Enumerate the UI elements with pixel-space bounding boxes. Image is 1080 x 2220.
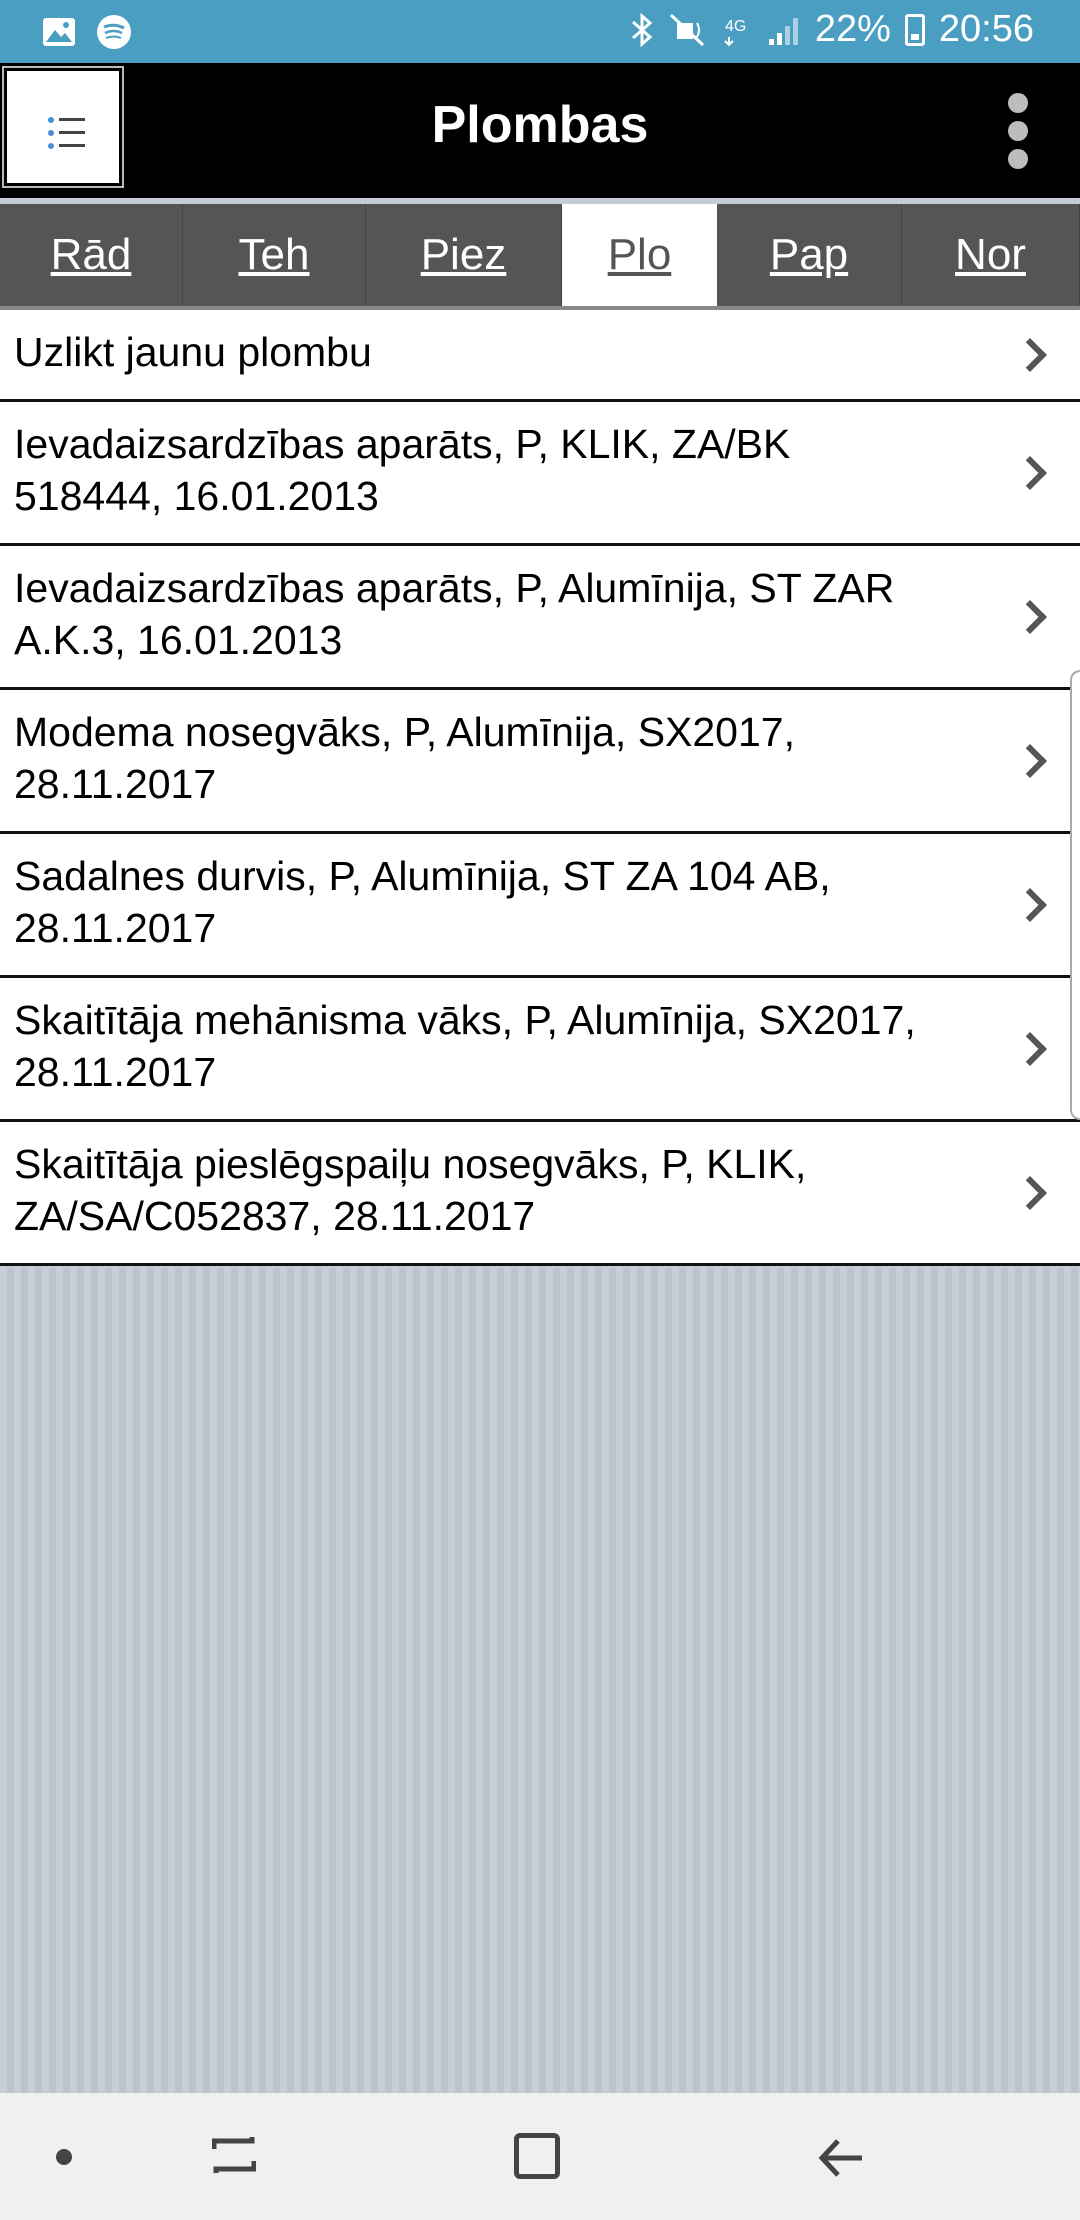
chevron-right-icon — [1013, 743, 1047, 778]
tab-teh[interactable]: Teh — [183, 204, 366, 306]
list-item-line1: Ievadaizsardzības aparāts, P, KLIK, ZA/B… — [14, 421, 791, 467]
list-item[interactable]: Skaitītāja mehānisma vāks, P, Alumīnija,… — [0, 978, 1080, 1122]
back-icon[interactable] — [818, 2135, 864, 2181]
list-item-line2: 28.11.2017 — [14, 1049, 217, 1095]
tab-nor[interactable]: Nor — [902, 204, 1080, 306]
list-item-line2: A.K.3, 16.01.2013 — [14, 617, 343, 663]
home-icon[interactable] — [514, 2133, 560, 2179]
gallery-icon — [43, 18, 75, 46]
empty-background — [0, 1267, 1080, 2093]
list-item[interactable]: Ievadaizsardzības aparāts, P, Alumīnija,… — [0, 546, 1080, 690]
list-item-line2: ZA/SA/C052837, 28.11.2017 — [14, 1193, 536, 1239]
list-item[interactable]: Skaitītāja pieslēgspaiļu nosegvāks, P, K… — [0, 1122, 1080, 1266]
list-item-line1: Uzlikt jaunu plombu — [14, 329, 372, 375]
dot-icon[interactable] — [56, 2149, 72, 2165]
4g-icon: 4G — [724, 18, 746, 46]
list-item-line1: Skaitītāja mehānisma vāks, P, Alumīnija,… — [14, 997, 916, 1043]
status-bar: 4G 22% 20:56 — [0, 0, 1080, 63]
list-item-line2: 28.11.2017 — [14, 761, 217, 807]
add-seal-item[interactable]: Uzlikt jaunu plombu — [0, 310, 1080, 402]
app-header: Plombas — [0, 63, 1080, 198]
tab-rad[interactable]: Rād — [0, 204, 183, 306]
seal-list: Uzlikt jaunu plombu Ievadaizsardzības ap… — [0, 310, 1080, 1266]
recent-apps-icon[interactable] — [212, 2135, 256, 2175]
tab-plo[interactable]: Plo — [562, 204, 717, 306]
list-item-line1: Modema nosegvāks, P, Alumīnija, SX2017, — [14, 709, 795, 755]
chevron-right-icon — [1013, 337, 1047, 372]
chevron-right-icon — [1013, 1175, 1047, 1210]
chevron-right-icon — [1013, 887, 1047, 922]
list-item[interactable]: Modema nosegvāks, P, Alumīnija, SX2017, … — [0, 690, 1080, 834]
signal-icon — [768, 17, 798, 45]
spotify-icon — [97, 15, 131, 49]
list-item-line1: Skaitītāja pieslēgspaiļu nosegvāks, P, K… — [14, 1141, 807, 1187]
edge-panel-handle[interactable] — [1070, 670, 1080, 1120]
list-item-line1: Ievadaizsardzības aparāts, P, Alumīnija,… — [14, 565, 895, 611]
status-right: 4G 22% 20:56 — [629, 8, 1034, 51]
chevron-right-icon — [1013, 1031, 1047, 1066]
page-title: Plombas — [431, 96, 649, 154]
mute-icon — [669, 13, 704, 46]
list-item-line1: Sadalnes durvis, P, Alumīnija, ST ZA 104… — [14, 853, 831, 899]
more-vertical-icon[interactable] — [1006, 93, 1030, 171]
bluetooth-icon — [631, 12, 653, 47]
tab-pap[interactable]: Pap — [717, 204, 902, 306]
list-item-line2: 518444, 16.01.2013 — [14, 473, 379, 519]
list-item-line2: 28.11.2017 — [14, 905, 217, 951]
tab-bar: Rād Teh Piez Plo Pap Nor — [0, 204, 1080, 306]
status-time: 20:56 — [938, 8, 1034, 50]
system-nav-bar — [0, 2093, 1080, 2220]
battery-icon — [904, 13, 925, 46]
svg-text:4G: 4G — [725, 18, 746, 35]
list-item[interactable]: Sadalnes durvis, P, Alumīnija, ST ZA 104… — [0, 834, 1080, 978]
status-left — [42, 14, 132, 50]
chevron-right-icon — [1013, 599, 1047, 634]
tab-piez[interactable]: Piez — [366, 204, 562, 306]
battery-percent: 22% — [814, 8, 891, 50]
chevron-right-icon — [1013, 455, 1047, 490]
list-item[interactable]: Ievadaizsardzības aparāts, P, KLIK, ZA/B… — [0, 402, 1080, 546]
